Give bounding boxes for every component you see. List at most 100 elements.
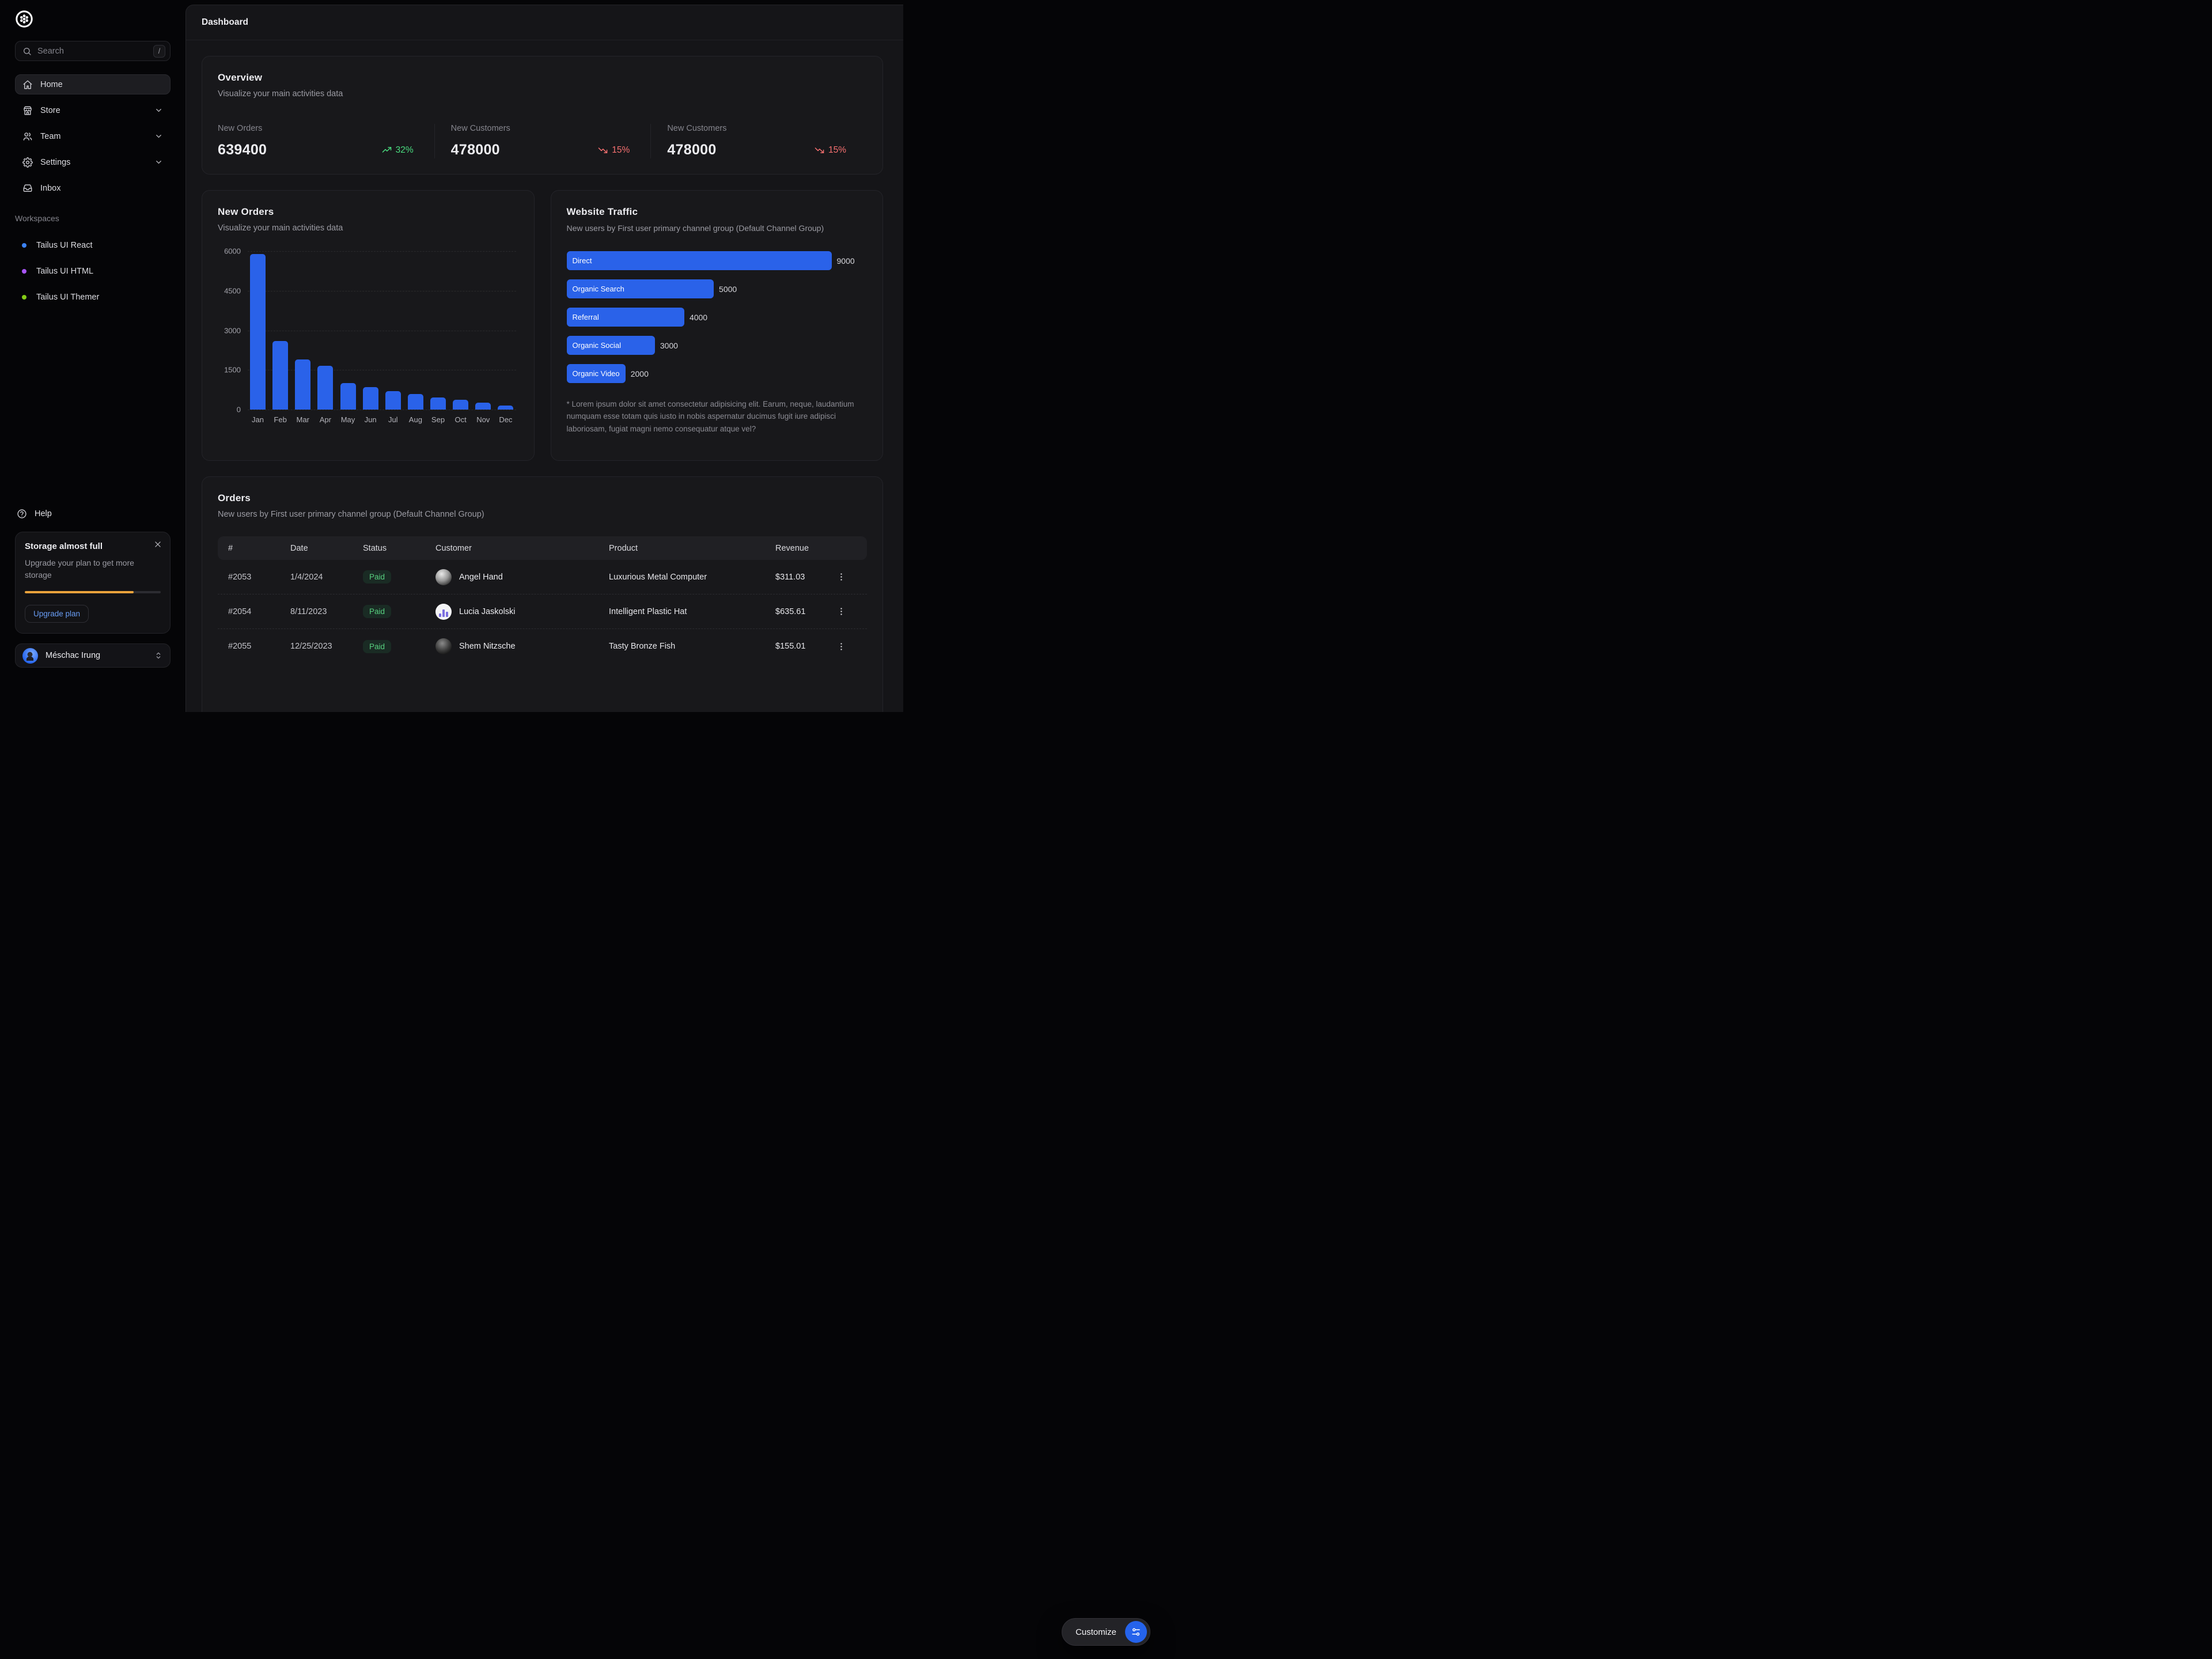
column-header: Status (363, 544, 435, 553)
website-traffic-footnote: * Lorem ipsum dolor sit amet consectetur… (567, 398, 868, 435)
storage-progress-bar (25, 591, 161, 593)
bar-dec (498, 406, 513, 410)
y-axis-tick: 0 (218, 406, 241, 414)
traffic-value: 4000 (690, 313, 707, 322)
sidebar-item-help[interactable]: Help (15, 509, 171, 519)
revenue-value: $155.01 (775, 642, 834, 651)
customize-button[interactable]: Customize (1062, 1618, 1150, 1646)
traffic-row: Organic Search5000 (567, 279, 868, 298)
x-axis-tick: Jan (250, 415, 266, 424)
avatar (435, 638, 452, 654)
team-icon (22, 131, 33, 142)
workspace-dot-icon (22, 269, 26, 274)
search-input[interactable] (37, 47, 147, 56)
trend-down-icon (598, 145, 608, 155)
orders-table-header: #DateStatusCustomerProductRevenue (218, 536, 867, 560)
trend-up-icon (382, 145, 392, 155)
new-orders-subtitle: Visualize your main activities data (218, 224, 518, 233)
x-axis-tick: Jun (363, 415, 378, 424)
orders-table: #DateStatusCustomerProductRevenue #20531… (218, 536, 867, 664)
sidebar-item-store[interactable]: Store (15, 100, 171, 120)
orders-card: Orders New users by First user primary c… (202, 476, 883, 712)
sidebar-item-inbox[interactable]: Inbox (15, 178, 171, 198)
x-axis-tick: Dec (498, 415, 513, 424)
close-icon[interactable] (154, 540, 162, 548)
sidebar-item-team[interactable]: Team (15, 126, 171, 146)
workspace-item[interactable]: Tailus UI Themer (15, 289, 171, 305)
chevron-down-icon (154, 158, 163, 166)
revenue-value: $311.03 (775, 573, 834, 582)
overview-title: Overview (218, 72, 867, 84)
sidebar-nav: Home Store Team Settings Inbox (15, 74, 171, 198)
order-date: 8/11/2023 (290, 607, 363, 616)
traffic-row: Direct 9000 (567, 251, 868, 270)
traffic-value: 9000 (837, 256, 855, 266)
new-orders-bar-chart: 01500300045006000JanFebMarAprMayJunJulAu… (218, 251, 518, 424)
row-menu-icon[interactable] (834, 604, 849, 619)
workspace-label: Tailus UI React (36, 241, 93, 250)
sidebar-item-home[interactable]: Home (15, 74, 171, 94)
overview-card: Overview Visualize your main activities … (202, 56, 883, 175)
bar-organic-video: Organic Video (567, 364, 626, 383)
table-row: #20531/4/2024PaidAngel HandLuxurious Met… (218, 560, 867, 594)
workspaces-label: Workspaces (15, 214, 171, 223)
user-avatar (22, 648, 38, 664)
bars (250, 251, 514, 410)
sidebar: / HomeStoreTeamSettingsInbox Workspaces … (0, 0, 185, 677)
storage-title: Storage almost full (25, 541, 161, 551)
inbox-icon (22, 183, 33, 194)
y-axis-tick: 6000 (218, 247, 241, 256)
user-menu[interactable]: Méschac Irung (15, 643, 171, 668)
bar-organic-social: Organic Social (567, 336, 655, 355)
stat-new-customers: New Customers47800015% (434, 124, 651, 158)
app-logo-icon (15, 10, 33, 28)
bar-may (340, 383, 356, 410)
column-header: # (228, 544, 290, 553)
status-badge: Paid (363, 605, 391, 618)
status-badge: Paid (363, 570, 391, 584)
search-box[interactable]: / (15, 41, 171, 61)
column-header: Product (609, 544, 775, 553)
chevron-down-icon (154, 106, 163, 115)
bar-mar (295, 359, 310, 410)
storage-message: Upgrade your plan to get more storage (25, 557, 154, 582)
order-id: #2055 (228, 642, 290, 651)
bar-organic-search: Organic Search (567, 279, 714, 298)
sidebar-item-label: Store (40, 106, 60, 115)
overview-stats: New Orders63940032%New Customers47800015… (218, 124, 867, 158)
row-menu-icon[interactable] (834, 570, 849, 585)
row-menu-icon[interactable] (834, 639, 849, 654)
sidebar-item-settings[interactable]: Settings (15, 152, 171, 172)
traffic-channel-label: Direct (573, 256, 592, 265)
x-axis-tick: Mar (295, 415, 310, 424)
traffic-value: 3000 (660, 341, 678, 350)
column-header: Revenue (775, 544, 834, 553)
stat-value: 478000 (451, 142, 500, 158)
sidebar-item-label: Team (40, 132, 60, 141)
bar-apr (317, 366, 333, 410)
sliders-icon[interactable] (1125, 1621, 1147, 1643)
stat-label: New Orders (218, 124, 429, 133)
bar-jun (363, 387, 378, 410)
workspace-label: Tailus UI HTML (36, 267, 93, 276)
traffic-channel-label: Organic Social (573, 341, 622, 350)
workspace-item[interactable]: Tailus UI React (15, 237, 171, 253)
help-circle-icon (17, 509, 27, 519)
page-title: Dashboard (202, 17, 248, 28)
product-name: Tasty Bronze Fish (609, 642, 775, 651)
order-id: #2054 (228, 607, 290, 616)
workspaces-list: Tailus UI React Tailus UI HTML Tailus UI T… (15, 237, 171, 305)
bar-nov (475, 403, 491, 410)
customer-name: Angel Hand (459, 573, 503, 582)
upgrade-plan-button[interactable]: Upgrade plan (25, 605, 89, 623)
traffic-row: Referral4000 (567, 308, 868, 327)
workspace-dot-icon (22, 295, 26, 300)
workspace-item[interactable]: Tailus UI HTML (15, 263, 171, 279)
new-orders-chart-card: New Orders Visualize your main activitie… (202, 190, 535, 461)
column-header: Date (290, 544, 363, 553)
orders-subtitle: New users by First user primary channel … (218, 510, 867, 519)
home-icon (22, 79, 33, 90)
x-axis-tick: Oct (453, 415, 468, 424)
order-date: 1/4/2024 (290, 573, 363, 582)
storage-progress-fill (25, 591, 134, 593)
